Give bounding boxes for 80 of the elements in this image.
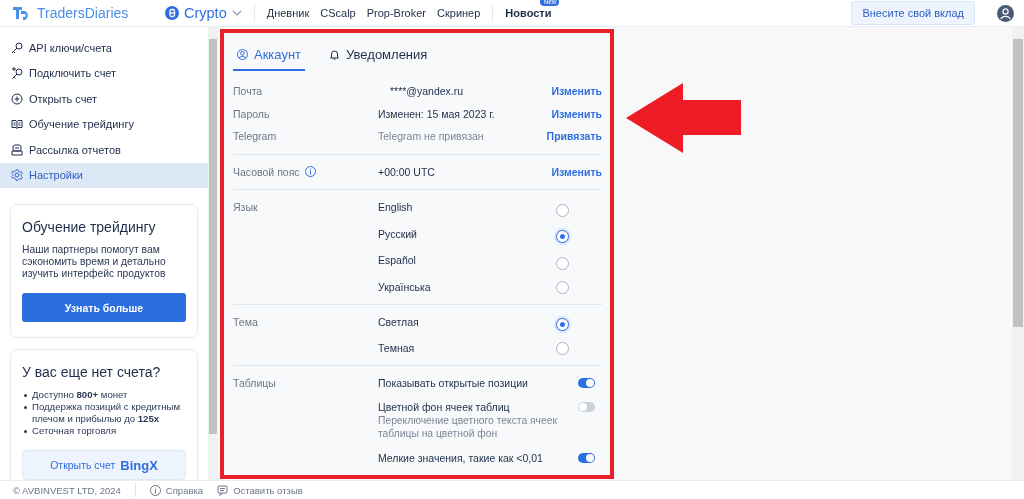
field-label: Telegram bbox=[233, 130, 278, 143]
sidebar-item[interactable]: API ключи/счета bbox=[0, 35, 208, 61]
bell-icon bbox=[329, 49, 341, 60]
option-label: Светлая bbox=[378, 314, 419, 328]
field-label: Язык bbox=[233, 200, 259, 213]
info-icon bbox=[304, 166, 316, 178]
toggle-switch[interactable] bbox=[578, 378, 595, 388]
card-title: У вас еще нет счета? bbox=[22, 364, 162, 380]
bullet-icon bbox=[24, 430, 27, 433]
avatar-icon[interactable] bbox=[997, 4, 1014, 22]
field-label: Пароль bbox=[233, 107, 271, 120]
brand-logo: BingX bbox=[120, 457, 158, 473]
nav-link[interactable]: Скринер bbox=[437, 7, 481, 19]
product-dropdown[interactable]: Crypto bbox=[165, 5, 242, 21]
user-circle-icon bbox=[237, 49, 248, 60]
scrollbar[interactable] bbox=[208, 27, 218, 480]
bullet-text: Поддержка позиций с кредитным плечом и прибылью до 125x bbox=[32, 401, 182, 425]
chevron-down-icon bbox=[231, 10, 242, 16]
key-icon bbox=[11, 41, 23, 54]
option-description: Переключение цветного текста ячеек таблицы на цветной фон bbox=[378, 415, 558, 440]
sidebar-item[interactable]: Подключить счет bbox=[0, 60, 208, 86]
radio-button[interactable] bbox=[556, 280, 569, 294]
radio-button[interactable] bbox=[556, 342, 569, 355]
info-icon bbox=[149, 484, 161, 496]
bullet-text: Сеточная торговля bbox=[32, 425, 117, 437]
footer-link[interactable]: Справка bbox=[149, 484, 204, 496]
toggle-switch[interactable] bbox=[578, 453, 595, 463]
bullet-icon bbox=[24, 394, 27, 397]
field-value: +00:00 UTC bbox=[378, 165, 436, 178]
nav-link[interactable]: Новости bbox=[505, 7, 552, 19]
field-value: Telegram не привязан bbox=[378, 130, 485, 143]
key-plus-icon bbox=[11, 67, 23, 80]
open-account-button[interactable]: Открыть счет BingX bbox=[22, 450, 186, 480]
field-label: Тема bbox=[233, 314, 259, 328]
scrollbar[interactable] bbox=[1012, 27, 1024, 480]
field-value: Изменен: 15 мая 2023 г. bbox=[378, 107, 496, 120]
radio-button[interactable] bbox=[556, 318, 569, 332]
learn-more-button[interactable]: Узнать больше bbox=[22, 293, 186, 322]
copyright-text: © AVBINVEST LTD, 2024 bbox=[13, 484, 121, 496]
sidebar-item[interactable]: Открыть счет bbox=[0, 86, 208, 112]
settings-icon bbox=[11, 169, 23, 182]
option-label: Українська bbox=[378, 279, 431, 293]
action-link[interactable]: Изменить bbox=[551, 107, 602, 120]
action-link[interactable]: Привязать bbox=[546, 130, 602, 143]
action-link[interactable]: Изменить bbox=[551, 85, 602, 98]
tab[interactable]: Аккаунт bbox=[233, 41, 306, 71]
radio-button[interactable] bbox=[556, 256, 569, 270]
field-label: Почта bbox=[233, 85, 264, 98]
footer-link[interactable]: Оставить отзыв bbox=[217, 484, 303, 496]
option-label: Цветной фон ячеек таблиц bbox=[378, 401, 511, 413]
radio-button[interactable] bbox=[556, 230, 569, 244]
option-label: Español bbox=[378, 253, 416, 266]
radio-button[interactable] bbox=[556, 203, 569, 217]
comment-icon bbox=[217, 484, 229, 496]
card-title: Обучение трейдингу bbox=[22, 219, 157, 235]
logo-text: TradersDiaries bbox=[37, 5, 129, 21]
card-text: Наши партнеры помогут вам сэкономить время и детально изучить интерфейс продуктов bbox=[22, 244, 167, 280]
sidebar-item[interactable]: Настройки bbox=[0, 162, 208, 188]
option-label: Мелкие значения, такие как <0,01 bbox=[378, 452, 543, 464]
toggle-switch[interactable] bbox=[578, 402, 595, 412]
nav-link[interactable]: Prop-Broker bbox=[366, 7, 426, 19]
book-icon bbox=[11, 118, 23, 131]
field-label: Таблицы bbox=[233, 376, 277, 389]
option-label: Русский bbox=[378, 226, 417, 240]
option-label: English bbox=[378, 200, 413, 213]
field-label: Часовой пояс bbox=[233, 165, 300, 178]
bullet-text: Доступно 800+ монет bbox=[32, 389, 128, 401]
contribute-button[interactable]: Внесите свой вклад bbox=[851, 1, 975, 25]
coin-icon bbox=[165, 6, 179, 20]
nav-link[interactable]: Дневник bbox=[266, 7, 310, 19]
nav-link[interactable]: CScalp bbox=[320, 7, 356, 19]
option-label: Показывать открытые позиции bbox=[378, 377, 528, 389]
action-link[interactable]: Изменить bbox=[551, 165, 602, 178]
sidebar-item[interactable]: Обучение трейдингу bbox=[0, 111, 208, 137]
bullet-icon bbox=[24, 406, 27, 409]
field-value: ****@yandex.ru bbox=[389, 85, 465, 98]
sidebar-item[interactable]: Рассылка отчетов bbox=[0, 137, 208, 163]
option-label: Темная bbox=[378, 341, 415, 354]
tab[interactable]: Уведомления bbox=[325, 41, 432, 71]
plus-circle-icon bbox=[11, 92, 23, 105]
